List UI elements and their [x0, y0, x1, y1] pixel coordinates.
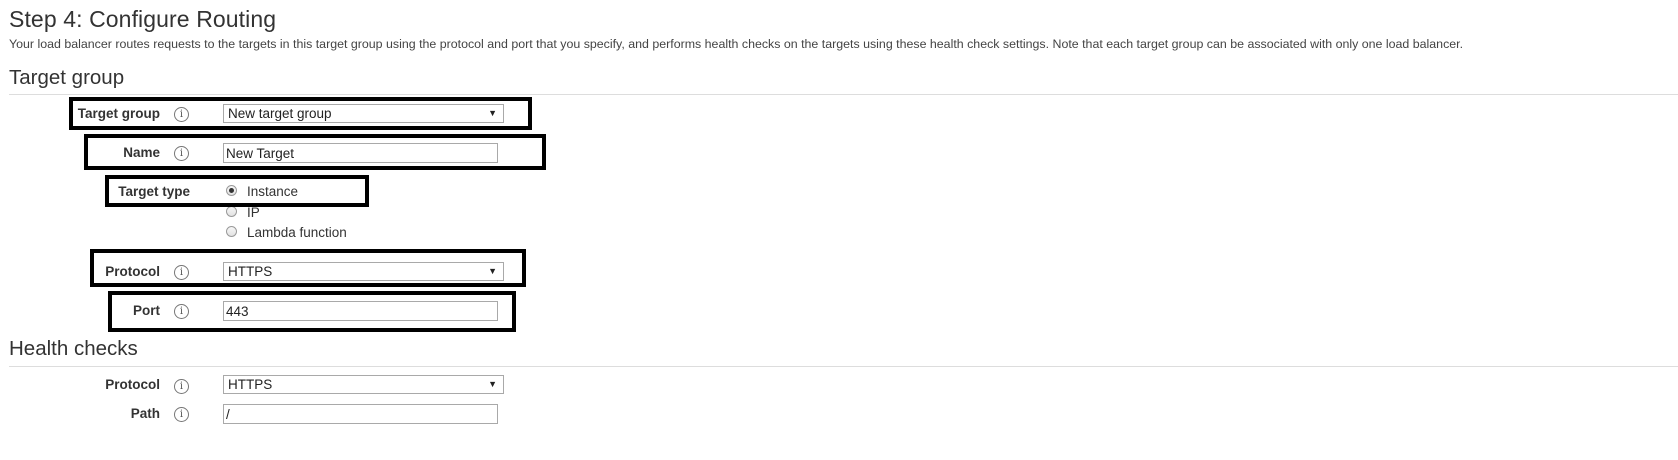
health-protocol-select-value: HTTPS [228, 377, 273, 392]
section-divider [9, 94, 1678, 95]
protocol-select[interactable]: HTTPS ▼ [223, 262, 504, 281]
path-label: Path [130, 406, 160, 421]
target-type-label: Target type [118, 184, 190, 199]
info-icon[interactable]: i [174, 107, 189, 122]
info-icon[interactable]: i [174, 407, 189, 422]
page-description: Your load balancer routes requests to th… [9, 37, 1464, 51]
health-protocol-label: Protocol [105, 377, 160, 392]
chevron-down-icon: ▼ [488, 379, 497, 389]
port-label: Port [133, 303, 160, 318]
target-group-section-title: Target group [9, 66, 125, 89]
protocol-label: Protocol [105, 264, 160, 279]
info-icon[interactable]: i [174, 379, 189, 394]
chevron-down-icon: ▼ [488, 108, 497, 118]
target-type-lambda-label: Lambda function [247, 225, 347, 240]
target-group-select[interactable]: New target group ▼ [223, 104, 504, 123]
target-type-instance-label: Instance [247, 184, 299, 199]
port-input[interactable] [223, 301, 498, 321]
info-icon[interactable]: i [174, 265, 189, 280]
name-label: Name [123, 145, 160, 160]
health-checks-section-title: Health checks [9, 337, 138, 360]
page-title: Step 4: Configure Routing [9, 6, 277, 32]
target-group-label: Target group [77, 106, 160, 121]
protocol-select-value: HTTPS [228, 264, 273, 279]
info-icon[interactable]: i [174, 146, 189, 161]
target-type-instance-radio[interactable] [226, 185, 237, 196]
chevron-down-icon: ▼ [488, 266, 497, 276]
target-type-ip-label: IP [247, 205, 260, 220]
health-protocol-select[interactable]: HTTPS ▼ [223, 375, 504, 394]
path-input[interactable] [223, 404, 498, 424]
name-input[interactable] [223, 143, 498, 163]
section-divider [9, 366, 1678, 367]
info-icon[interactable]: i [174, 304, 189, 319]
target-type-ip-radio[interactable] [226, 206, 237, 217]
target-group-select-value: New target group [228, 106, 332, 121]
target-type-lambda-radio[interactable] [226, 226, 237, 237]
